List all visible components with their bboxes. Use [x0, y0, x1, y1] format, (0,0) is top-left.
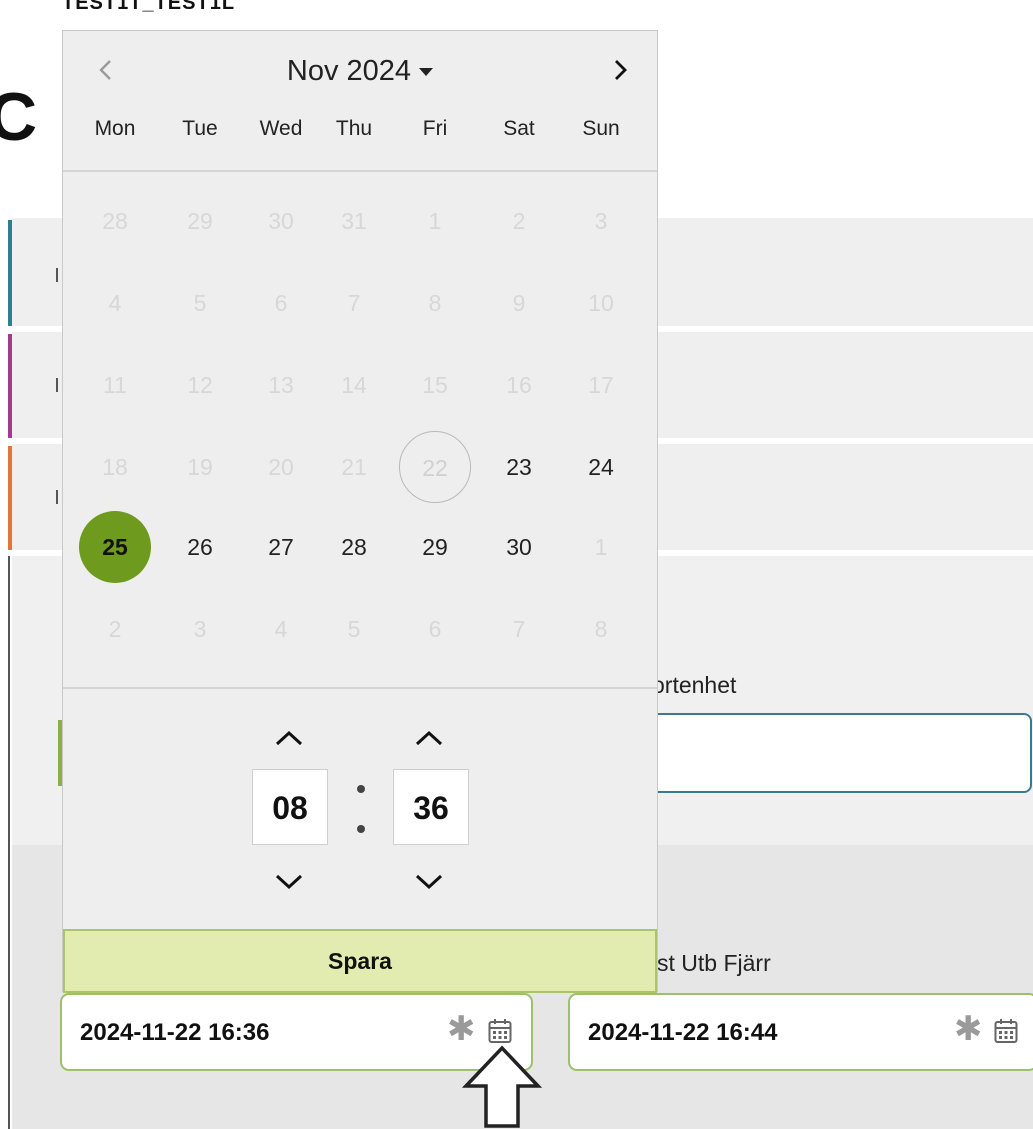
calendar-day: 28	[102, 208, 128, 234]
calendar-day[interactable]: 28	[318, 511, 390, 583]
weekday-label: Wed	[259, 117, 303, 140]
hour-input[interactable]: 08	[252, 769, 328, 845]
calendar-day: 12	[187, 372, 213, 398]
minute-down-chevron-icon[interactable]	[411, 871, 447, 893]
calendar-day: 10	[588, 290, 614, 316]
asterisk-icon: ✱	[954, 1010, 983, 1048]
page-header-label: TEST1T_TEST1L	[62, 0, 236, 14]
datepicker-popup: Nov 2024 Mon Tue Wed Thu Fri Sat Sun 28 29 30 31 1…	[62, 30, 658, 993]
save-button[interactable]: Spara	[63, 929, 657, 993]
left-rule	[8, 556, 10, 1129]
minute-up-chevron-icon[interactable]	[411, 727, 447, 749]
hour-down-chevron-icon[interactable]	[271, 871, 307, 893]
calendar-day: 8	[594, 616, 608, 642]
calendar-day: 18	[102, 454, 128, 480]
weekday-label: Sun	[582, 117, 620, 140]
date-field-right[interactable]: 2024-11-22 16:44 ✱	[568, 993, 1033, 1071]
datepicker-divider	[63, 170, 657, 172]
calendar-day: 6	[428, 616, 442, 642]
calendar-days-grid: 28 29 30 31 1 2 3 4 5 6 7 8 9 10 11 12 13 14 15 16 17 18 19 20 2…	[63, 181, 657, 681]
time-picker: 08 36	[63, 691, 657, 931]
calendar-day: 4	[274, 616, 288, 642]
calendar-day: 11	[103, 372, 127, 398]
calendar-day: 6	[274, 290, 288, 316]
calendar-day[interactable]: 30	[483, 511, 555, 583]
calendar-day[interactable]: 24	[565, 431, 637, 503]
weekday-label: Tue	[182, 117, 218, 140]
transport-unit-label: ortenhet	[652, 672, 737, 698]
calendar-day[interactable]: 23	[483, 431, 555, 503]
calendar-day: 5	[347, 616, 361, 642]
calendar-day: 19	[187, 454, 213, 480]
status-bar-orange	[8, 446, 12, 550]
calendar-day: 14	[341, 372, 367, 398]
calendar-day: 9	[512, 290, 526, 316]
time-separator-dot	[357, 825, 365, 833]
calendar-day: 16	[506, 372, 532, 398]
asterisk-icon: ✱	[447, 1010, 476, 1048]
calendar-day: 15	[422, 372, 448, 398]
calendar-day[interactable]: 29	[399, 511, 471, 583]
calendar-day: 1	[594, 534, 608, 560]
transport-unit-input[interactable]	[630, 713, 1032, 793]
minute-input[interactable]: 36	[393, 769, 469, 845]
date-field-right-value: 2024-11-22 16:44	[588, 1019, 778, 1046]
weekday-label: Fri	[422, 117, 448, 140]
datepicker-divider	[63, 687, 657, 689]
calendar-day: 21	[341, 454, 367, 480]
calendar-day: 31	[341, 208, 367, 234]
calendar-day: 29	[187, 208, 213, 234]
arrow-up-outline-icon	[462, 1045, 542, 1128]
calendar-day: 2	[108, 616, 122, 642]
status-bar-teal	[8, 220, 12, 326]
today-day[interactable]: 22	[399, 431, 471, 503]
calendar-day: 30	[268, 208, 294, 234]
datepicker-header: Nov 2024 Mon Tue Wed Thu Fri Sat Sun	[63, 31, 657, 171]
page-title-fragment: C	[0, 79, 38, 155]
calendar-day: 13	[268, 372, 294, 398]
caret-down-icon	[419, 68, 434, 77]
calendar-day[interactable]: 27	[245, 511, 317, 583]
destination-label: st Utb Fjärr	[657, 950, 771, 976]
calendar-day: 7	[347, 290, 361, 316]
row-tick	[56, 490, 58, 504]
weekday-label: Mon	[94, 117, 136, 140]
calendar-day: 3	[193, 616, 207, 642]
calendar-icon[interactable]	[488, 1018, 512, 1044]
weekday-label: Thu	[335, 117, 373, 140]
weekday-label: Sat	[503, 117, 535, 140]
month-dropdown[interactable]: Nov 2024	[63, 55, 657, 88]
selected-day[interactable]: 25	[79, 511, 151, 583]
calendar-icon[interactable]	[994, 1018, 1018, 1044]
hour-up-chevron-icon[interactable]	[271, 727, 307, 749]
calendar-day: 7	[512, 616, 526, 642]
calendar-day: 4	[108, 290, 122, 316]
chevron-right-icon[interactable]	[605, 55, 635, 85]
calendar-day[interactable]: 26	[164, 511, 236, 583]
row-tick	[56, 378, 58, 392]
row-tick	[56, 268, 58, 282]
time-separator-dot	[357, 785, 365, 793]
month-label: Nov 2024	[286, 55, 412, 87]
calendar-day: 1	[428, 208, 442, 234]
calendar-day: 5	[193, 290, 207, 316]
calendar-day: 3	[594, 208, 608, 234]
calendar-day: 17	[588, 372, 614, 398]
calendar-day: 8	[428, 290, 442, 316]
calendar-day: 2	[512, 208, 526, 234]
calendar-day: 20	[268, 454, 294, 480]
status-bar-magenta	[8, 334, 12, 438]
date-field-left-value: 2024-11-22 16:36	[80, 1019, 270, 1046]
weekday-header-row: Mon Tue Wed Thu Fri Sat Sun	[63, 117, 657, 147]
